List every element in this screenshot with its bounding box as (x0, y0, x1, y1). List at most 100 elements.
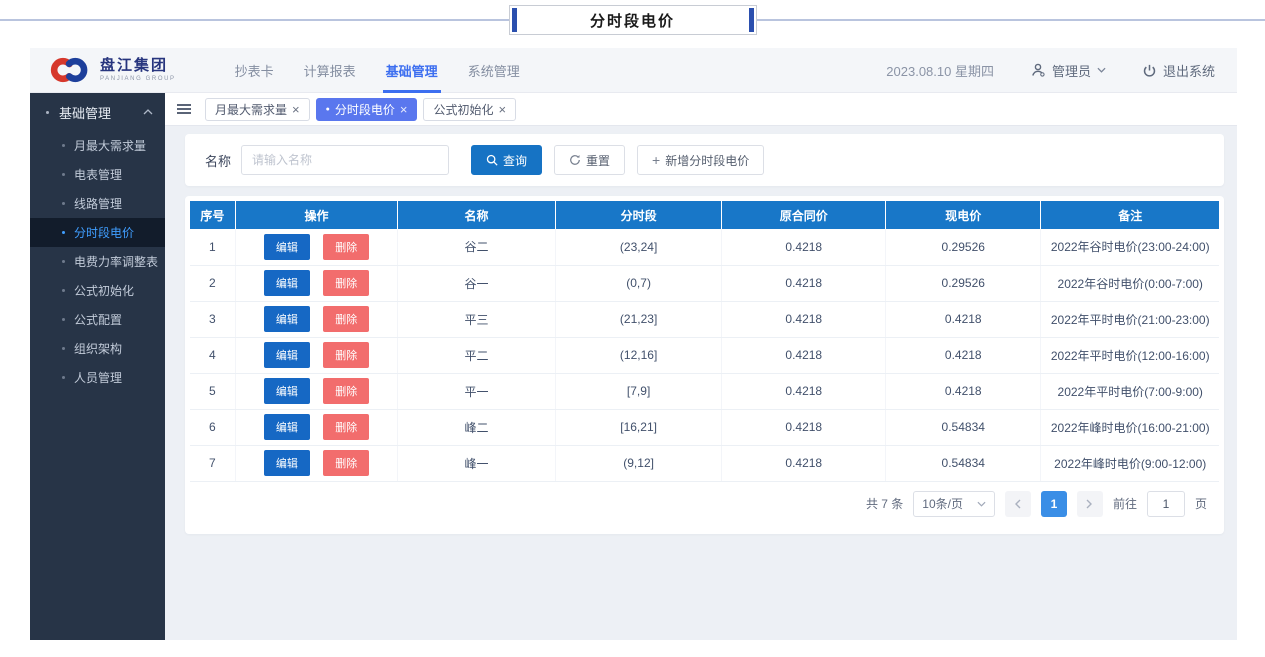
cell-name: 谷二 (398, 229, 555, 265)
sidebar-item[interactable]: 组织架构 (30, 334, 165, 363)
cell-name: 平三 (398, 301, 555, 337)
close-icon[interactable]: × (498, 103, 506, 116)
cell-note: 2022年平时电价(7:00-9:00) (1041, 373, 1219, 409)
cell-index: 4 (190, 337, 235, 373)
tab[interactable]: ● 公式初始化 × (423, 98, 516, 121)
annotation-title-box: 分时段电价 (509, 5, 757, 35)
delete-button[interactable]: 删除 (323, 414, 369, 440)
cell-index: 7 (190, 445, 235, 481)
sidebar-item[interactable]: 电费力率调整表 (30, 247, 165, 276)
goto-page-input[interactable] (1147, 491, 1185, 517)
column-header: 操作 (235, 201, 398, 229)
table-row: 7 编辑 删除 峰一 (9,12] 0.4218 0.54834 (190, 445, 1219, 481)
cell-name: 平一 (398, 373, 555, 409)
sidebar-group-label: 基础管理 (59, 103, 143, 122)
nav-item[interactable]: 抄表卡 (220, 48, 289, 93)
page-number-button[interactable]: 1 (1041, 491, 1067, 517)
logout-button[interactable]: 退出系统 (1142, 61, 1215, 80)
open-tabs: ● 月最大需求量 × ● 分时段电价 × ● 公式初始化 × (205, 98, 516, 121)
sidebar-item-label: 电费力率调整表 (74, 253, 158, 270)
cell-current-price: 0.54834 (886, 409, 1041, 445)
brand-name-cn: 盘江集团 (100, 58, 176, 73)
close-icon[interactable]: × (400, 103, 408, 116)
cell-note: 2022年谷时电价(0:00-7:00) (1041, 265, 1219, 301)
sidebar-item[interactable]: 线路管理 (30, 189, 165, 218)
bullet-icon (62, 318, 65, 321)
edit-button[interactable]: 编辑 (264, 414, 310, 440)
sidebar-item[interactable]: 人员管理 (30, 363, 165, 392)
edit-button[interactable]: 编辑 (264, 342, 310, 368)
close-icon[interactable]: × (292, 103, 300, 116)
edit-button[interactable]: 编辑 (264, 270, 310, 296)
brand-logo[interactable]: 盘江集团 PANJIANG GROUP (48, 55, 176, 85)
cell-current-price: 0.54834 (886, 445, 1041, 481)
name-input[interactable] (241, 145, 449, 175)
price-table: 序号操作名称分时段原合同价现电价备注 1 编辑 删除 (190, 201, 1219, 482)
edit-button[interactable]: 编辑 (264, 378, 310, 404)
cell-note: 2022年峰时电价(16:00-21:00) (1041, 409, 1219, 445)
page-size-value: 10条/页 (922, 495, 963, 512)
nav-item[interactable]: 系统管理 (453, 48, 535, 93)
pagination: 共 7 条 10条/页 (190, 482, 1219, 526)
delete-button[interactable]: 删除 (323, 306, 369, 332)
delete-button[interactable]: 删除 (323, 234, 369, 260)
chevron-right-icon (1086, 499, 1093, 509)
cell-contract-price: 0.4218 (722, 409, 886, 445)
edit-button[interactable]: 编辑 (264, 306, 310, 332)
tab[interactable]: ● 月最大需求量 × (205, 98, 310, 121)
query-button[interactable]: 查询 (471, 145, 542, 175)
app-body: 基础管理 月最大需求量 电表管理 (30, 93, 1237, 640)
cell-period: (9,12] (555, 445, 722, 481)
edit-button[interactable]: 编辑 (264, 450, 310, 476)
sidebar-item[interactable]: 公式初始化 (30, 276, 165, 305)
reset-button[interactable]: 重置 (554, 145, 625, 175)
sidebar-item[interactable]: 电表管理 (30, 160, 165, 189)
add-button[interactable]: + 新增分时段电价 (637, 145, 764, 175)
bullet-icon (62, 202, 65, 205)
cell-current-price: 0.29526 (886, 265, 1041, 301)
sidebar-item-label: 月最大需求量 (74, 137, 146, 154)
cell-current-price: 0.4218 (886, 373, 1041, 409)
brand-text: 盘江集团 PANJIANG GROUP (100, 58, 176, 83)
cell-operations: 编辑 删除 (235, 301, 398, 337)
sidebar: 基础管理 月最大需求量 电表管理 (30, 93, 165, 640)
prev-page-button[interactable] (1005, 491, 1031, 517)
annotation-title: 分时段电价 (519, 10, 747, 31)
cell-contract-price: 0.4218 (722, 373, 886, 409)
user-menu[interactable]: 管理员 (1030, 61, 1106, 80)
sidebar-item[interactable]: 月最大需求量 (30, 131, 165, 160)
sidebar-item[interactable]: 公式配置 (30, 305, 165, 334)
sidebar-group-basic-mgmt[interactable]: 基础管理 (30, 93, 165, 131)
table-row: 1 编辑 删除 谷二 (23,24] 0.4218 0.29526 (190, 229, 1219, 265)
logout-label: 退出系统 (1163, 61, 1215, 80)
delete-button[interactable]: 删除 (323, 378, 369, 404)
header-date: 2023.08.10 星期四 (886, 61, 994, 80)
main-area: ● 月最大需求量 × ● 分时段电价 × ● 公式初始化 × (165, 93, 1237, 640)
delete-button[interactable]: 删除 (323, 270, 369, 296)
collapse-menu-icon[interactable] (175, 100, 193, 118)
bullet-icon (62, 231, 65, 234)
cell-note: 2022年平时电价(12:00-16:00) (1041, 337, 1219, 373)
total-count: 共 7 条 (866, 495, 903, 512)
delete-button[interactable]: 删除 (323, 342, 369, 368)
next-page-button[interactable] (1077, 491, 1103, 517)
cell-operations: 编辑 删除 (235, 445, 398, 481)
nav-item[interactable]: 计算报表 (289, 48, 371, 93)
search-icon (486, 154, 498, 166)
page-size-select[interactable]: 10条/页 (913, 491, 995, 517)
delete-button[interactable]: 删除 (323, 450, 369, 476)
sidebar-item-label: 分时段电价 (74, 224, 134, 241)
edit-button[interactable]: 编辑 (264, 234, 310, 260)
reset-label: 重置 (586, 152, 610, 169)
sidebar-item[interactable]: 分时段电价 (30, 218, 165, 247)
chevron-up-icon (143, 109, 153, 115)
bullet-icon (62, 289, 65, 292)
nav-item[interactable]: 基础管理 (371, 48, 453, 93)
cell-index: 5 (190, 373, 235, 409)
top-header: 盘江集团 PANJIANG GROUP 抄表卡计算报表基础管理系统管理 2023… (30, 48, 1237, 93)
table-row: 2 编辑 删除 谷一 (0,7) 0.4218 0.29526 (190, 265, 1219, 301)
tab[interactable]: ● 分时段电价 × (316, 98, 418, 121)
sidebar-items: 月最大需求量 电表管理 线路管理 分时段电价 电费力率调整表 (30, 131, 165, 392)
active-tab-dot-icon: ● (326, 106, 330, 113)
chevron-left-icon (1014, 499, 1021, 509)
